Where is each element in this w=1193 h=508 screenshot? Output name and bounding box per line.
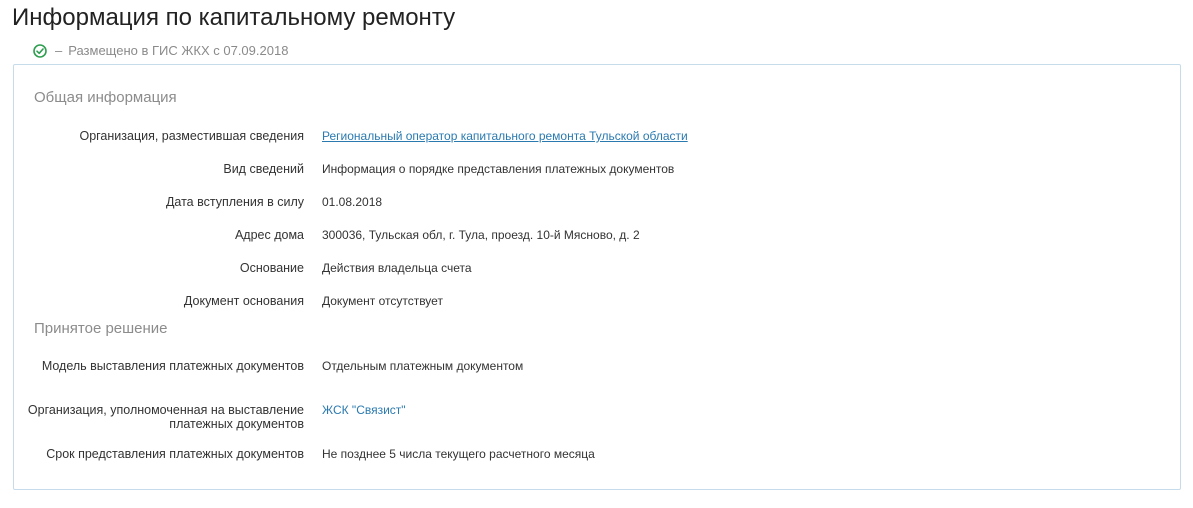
row-label: Вид сведений bbox=[223, 162, 304, 176]
section-title-general: Общая информация bbox=[34, 89, 177, 106]
row-label: Организация, уполномоченная на выставлен… bbox=[27, 403, 304, 431]
status-line: – Размещено в ГИС ЖКХ с 07.09.2018 bbox=[33, 43, 288, 58]
page-title: Информация по капитальному ремонту bbox=[12, 4, 456, 31]
status-text: Размещено в ГИС ЖКХ с 07.09.2018 bbox=[68, 43, 289, 58]
row-label: Документ основания bbox=[183, 294, 304, 308]
row-value: 300036, Тульская обл, г. Тула, проезд. 1… bbox=[322, 228, 640, 242]
info-panel: Общая информация Организация, разместивш… bbox=[13, 64, 1181, 490]
row-label: Срок представления платежных документов bbox=[46, 447, 304, 461]
row-label: Адрес дома bbox=[234, 228, 304, 242]
row-value: Отдельным платежным документом bbox=[322, 359, 524, 373]
row-label: Дата вступления в силу bbox=[165, 195, 304, 209]
authorized-org-link[interactable]: ЖСК "Связист" bbox=[322, 403, 1142, 417]
row-value: Действия владельца счета bbox=[322, 261, 472, 275]
row-label: Модель выставления платежных документов bbox=[41, 359, 304, 373]
row-value: Не позднее 5 числа текущего расчетного м… bbox=[322, 447, 595, 461]
row-value: Информация о порядке представления плате… bbox=[322, 162, 675, 176]
status-dash: – bbox=[55, 43, 63, 58]
row-value: 01.08.2018 bbox=[322, 195, 383, 209]
organization-link[interactable]: Региональный оператор капитального ремон… bbox=[322, 129, 1142, 143]
check-circle-icon bbox=[33, 43, 47, 58]
section-title-decision: Принятое решение bbox=[34, 320, 168, 337]
row-value: Документ отсутствует bbox=[322, 294, 443, 308]
row-label: Основание bbox=[239, 261, 304, 275]
row-label: Организация, разместившая сведения bbox=[79, 129, 304, 143]
